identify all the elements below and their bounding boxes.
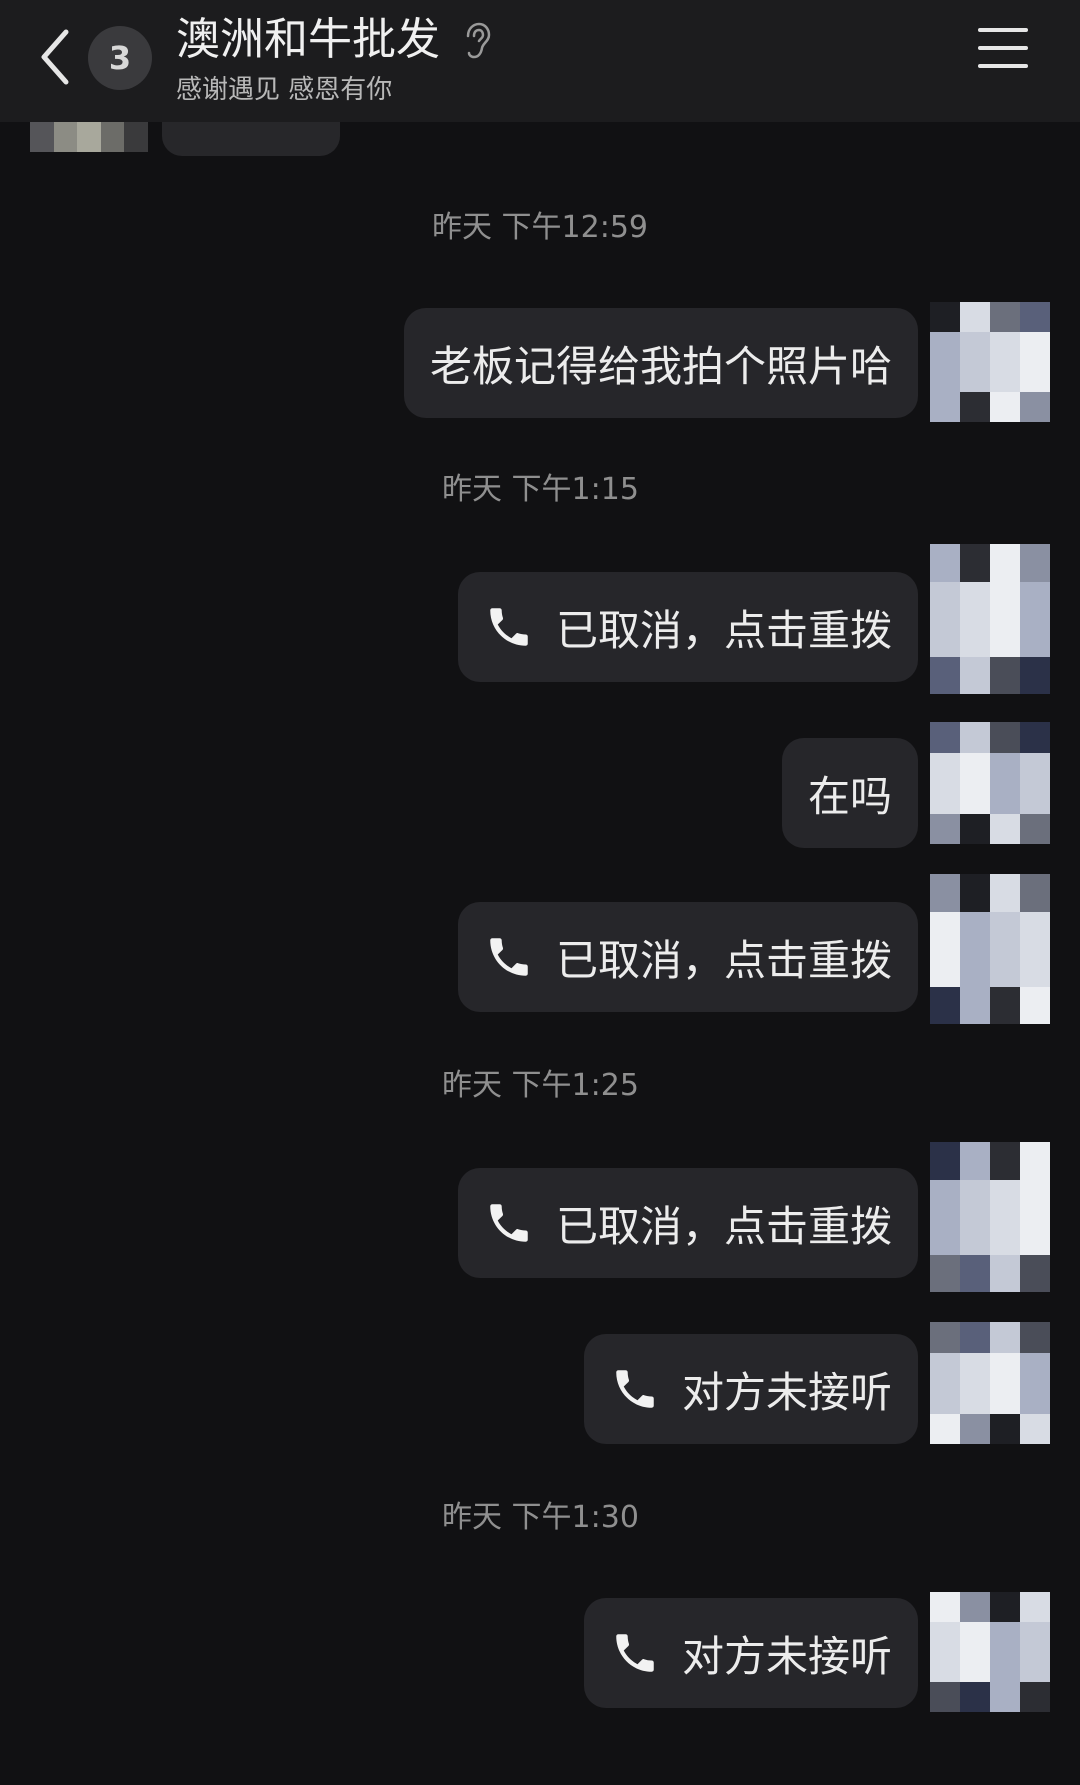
chat-header: 3 澳洲和牛批发 感谢遇见 感恩有你 (0, 0, 1080, 122)
ear-icon (466, 22, 491, 59)
unread-count-badge[interactable]: 3 (88, 26, 152, 90)
message-timestamp: 昨天 下午1:25 (442, 1068, 639, 1103)
phone-icon (490, 608, 528, 646)
text-message-bubble[interactable]: 老板记得给我拍个照片哈 (403, 308, 918, 418)
call-status-text: 对方未接听 (681, 1367, 892, 1417)
call-message-bubble[interactable]: 已取消，点击重拨 (457, 1168, 918, 1278)
back-button[interactable] (32, 22, 82, 92)
my-avatar[interactable] (930, 1322, 1050, 1444)
message-timestamp: 昨天 下午12:59 (432, 210, 648, 245)
phone-icon (490, 1204, 528, 1242)
phone-icon (490, 938, 528, 976)
chat-title: 澳洲和牛批发 (176, 14, 440, 65)
message-text: 在吗 (807, 771, 892, 821)
call-message-bubble[interactable]: 对方未接听 (583, 1334, 918, 1444)
my-avatar[interactable] (930, 544, 1050, 694)
call-message-bubble[interactable]: 已取消，点击重拨 (457, 572, 918, 682)
menu-icon (978, 28, 1028, 68)
call-status-text: 对方未接听 (681, 1631, 892, 1681)
call-message-bubble[interactable]: 对方未接听 (583, 1598, 918, 1708)
chevron-left-icon (41, 29, 69, 85)
call-message-bubble[interactable]: 已取消，点击重拨 (457, 902, 918, 1012)
menu-button[interactable] (978, 28, 1028, 80)
message-text: 老板记得给我拍个照片哈 (429, 341, 892, 391)
my-avatar[interactable] (930, 1592, 1050, 1712)
message-timestamp: 昨天 下午1:30 (442, 1500, 639, 1535)
phone-icon (616, 1370, 654, 1408)
chat-subtitle: 感谢遇见 感恩有你 (176, 75, 393, 105)
my-avatar[interactable] (930, 722, 1050, 844)
phone-icon (616, 1634, 654, 1672)
text-message-bubble[interactable]: 在吗 (781, 738, 918, 848)
call-status-text: 已取消，点击重拨 (555, 1201, 892, 1251)
call-status-text: 已取消，点击重拨 (555, 605, 892, 655)
message-timestamp: 昨天 下午1:15 (442, 472, 639, 507)
call-status-text: 已取消，点击重拨 (555, 935, 892, 985)
my-avatar[interactable] (930, 874, 1050, 1024)
my-avatar[interactable] (930, 1142, 1050, 1292)
my-avatar[interactable] (930, 302, 1050, 422)
